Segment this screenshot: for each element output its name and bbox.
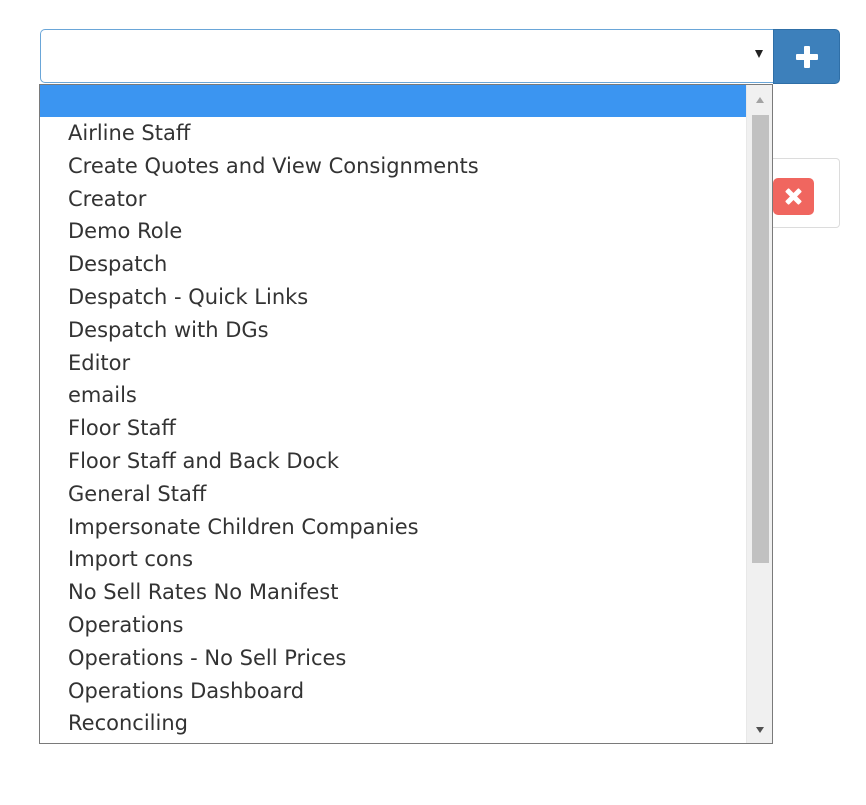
option[interactable]: Despatch with DGs bbox=[40, 314, 746, 347]
scroll-up-arrow-icon[interactable] bbox=[756, 97, 764, 103]
option[interactable]: Despatch - Quick Links bbox=[40, 281, 746, 314]
option[interactable]: Airline Staff bbox=[40, 117, 746, 150]
add-role-button[interactable] bbox=[773, 29, 840, 84]
option[interactable]: General Staff bbox=[40, 478, 746, 511]
scroll-down-arrow-icon[interactable] bbox=[756, 727, 764, 733]
plus-icon bbox=[795, 45, 819, 69]
option[interactable]: Reconciling bbox=[40, 707, 746, 740]
role-select[interactable] bbox=[40, 29, 773, 83]
option[interactable]: Create Quotes and View Consignments bbox=[40, 150, 746, 183]
option[interactable]: Editor bbox=[40, 347, 746, 380]
option[interactable]: Operations Dashboard bbox=[40, 675, 746, 708]
option[interactable]: Impersonate Children Companies bbox=[40, 511, 746, 544]
page: Airline Staff Create Quotes and View Con… bbox=[0, 0, 866, 805]
dropdown-scrollbar[interactable] bbox=[746, 85, 772, 743]
option[interactable]: Floor Staff bbox=[40, 412, 746, 445]
option-list: Airline Staff Create Quotes and View Con… bbox=[40, 85, 746, 740]
option[interactable]: No Sell Rates No Manifest bbox=[40, 576, 746, 609]
option[interactable]: Floor Staff and Back Dock bbox=[40, 445, 746, 478]
option[interactable]: Operations bbox=[40, 609, 746, 642]
option[interactable]: Demo Role bbox=[40, 215, 746, 248]
option[interactable]: Despatch bbox=[40, 248, 746, 281]
caret-down-icon bbox=[755, 50, 763, 58]
role-dropdown-list[interactable]: Airline Staff Create Quotes and View Con… bbox=[39, 84, 773, 744]
option[interactable]: Import cons bbox=[40, 543, 746, 576]
option[interactable]: Operations - No Sell Prices bbox=[40, 642, 746, 675]
option-empty[interactable] bbox=[40, 85, 746, 117]
remove-role-button[interactable] bbox=[773, 178, 814, 215]
option[interactable]: emails bbox=[40, 379, 746, 412]
option[interactable]: Creator bbox=[40, 183, 746, 216]
scrollbar-thumb[interactable] bbox=[752, 115, 769, 563]
times-icon bbox=[784, 187, 803, 206]
